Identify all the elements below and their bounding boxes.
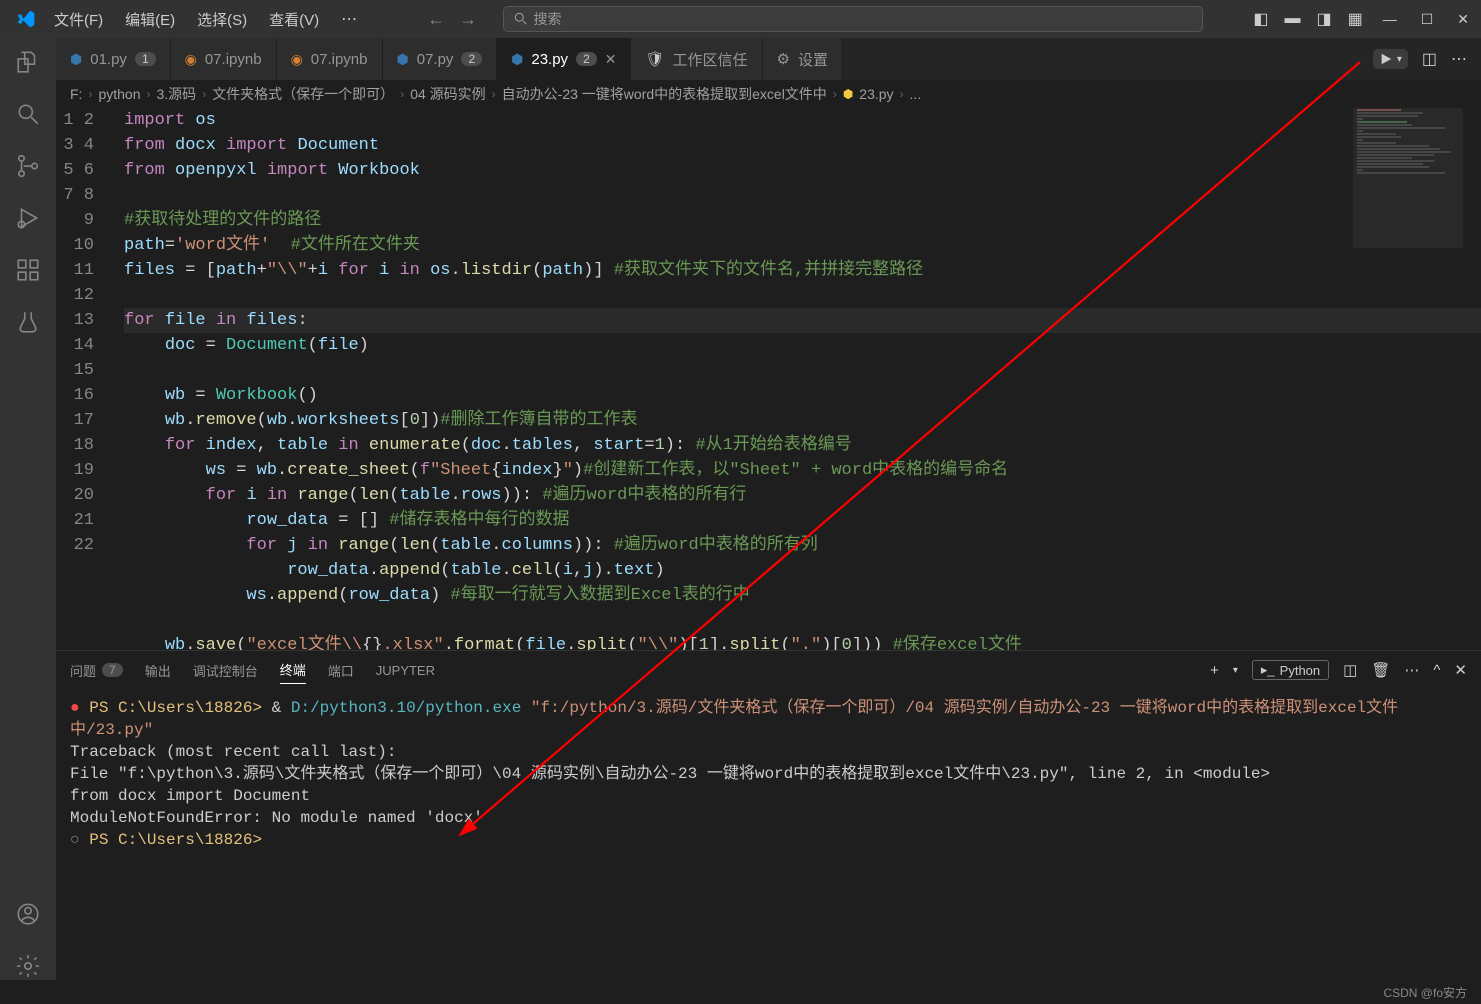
search-icon: [514, 12, 528, 26]
close-tab-icon[interactable]: ✕: [605, 51, 617, 68]
split-terminal-icon[interactable]: ◫: [1343, 661, 1357, 679]
settings-gear-icon[interactable]: [14, 952, 42, 980]
run-debug-icon[interactable]: [14, 204, 42, 232]
layout-customize-icon[interactable]: ▦: [1348, 9, 1363, 29]
menu-select[interactable]: 选择(S): [187, 5, 257, 34]
terminal-profile-python[interactable]: ▸_Python: [1252, 660, 1329, 680]
title-bar: 文件(F) 编辑(E) 选择(S) 查看(V) ⋯ ← → 搜索 ◧ ▬ ◨ ▦…: [0, 0, 1481, 38]
panel-tab-terminal[interactable]: 终端: [280, 656, 306, 684]
menu-edit[interactable]: 编辑(E): [115, 5, 185, 34]
command-center-search[interactable]: 搜索: [503, 6, 1203, 32]
breadcrumb[interactable]: F:› python› 3.源码› 文件夹格式（保存一个即可）› 04 源码实例…: [56, 80, 1481, 108]
gear-icon: ⚙: [777, 50, 790, 68]
tab-23-py[interactable]: ⬢23.py2✕: [497, 38, 631, 80]
status-bar: CSDN @fo安方: [0, 980, 1481, 1004]
search-activity-icon[interactable]: [14, 100, 42, 128]
extensions-icon[interactable]: [14, 256, 42, 284]
layout-sidebar-left-icon[interactable]: ◧: [1253, 9, 1268, 29]
new-terminal-icon[interactable]: +: [1210, 662, 1219, 679]
line-numbers: 1 2 3 4 5 6 7 8 9 10 11 12 13 14 15 16 1…: [56, 108, 114, 650]
vscode-logo-icon: [16, 9, 36, 29]
tab-01-py[interactable]: ⬢01.py1: [56, 38, 171, 80]
tab-07-ipynb-2[interactable]: ◉07.ipynb: [277, 38, 383, 80]
panel-tab-debug[interactable]: 调试控制台: [193, 657, 258, 684]
python-file-icon: ⬢: [70, 51, 82, 68]
editor-area: ⬢01.py1 ◉07.ipynb ◉07.ipynb ⬢07.py2 ⬢23.…: [56, 38, 1481, 980]
watermark: CSDN @fo安方: [1383, 984, 1467, 1001]
terminal-output[interactable]: ● PS C:\Users\18826> & D:/python3.10/pyt…: [56, 689, 1481, 980]
bottom-panel: 问题7 输出 调试控制台 终端 端口 JUPYTER + ▾ ▸_Python ◫…: [56, 650, 1481, 980]
chevron-down-icon: ▾: [1397, 54, 1402, 65]
chevron-down-icon[interactable]: ▾: [1233, 665, 1238, 676]
minimap[interactable]: [1353, 108, 1463, 248]
explorer-icon[interactable]: [14, 48, 42, 76]
main-menu: 文件(F) 编辑(E) 选择(S) 查看(V) ⋯: [44, 5, 367, 34]
panel-tab-output[interactable]: 输出: [145, 657, 171, 684]
testing-icon[interactable]: [14, 308, 42, 336]
panel-tab-ports[interactable]: 端口: [328, 657, 354, 684]
minimize-button[interactable]: —: [1379, 11, 1401, 27]
code-editor[interactable]: 1 2 3 4 5 6 7 8 9 10 11 12 13 14 15 16 1…: [56, 108, 1481, 650]
run-file-button[interactable]: ▾: [1373, 49, 1408, 69]
kill-terminal-icon[interactable]: 🗑: [1371, 661, 1390, 679]
nav-back[interactable]: ←: [427, 9, 445, 30]
code-content[interactable]: import osfrom docx import Documentfrom o…: [114, 108, 1481, 650]
python-file-icon: ⬢: [511, 51, 523, 68]
editor-tabs: ⬢01.py1 ◉07.ipynb ◉07.ipynb ⬢07.py2 ⬢23.…: [56, 38, 1481, 80]
tab-07-py[interactable]: ⬢07.py2: [383, 38, 498, 80]
layout-panel-icon[interactable]: ▬: [1284, 10, 1300, 28]
more-actions-icon[interactable]: ⋯: [1451, 49, 1467, 69]
close-window-button[interactable]: ✕: [1453, 11, 1473, 28]
layout-sidebar-right-icon[interactable]: ◨: [1316, 9, 1331, 29]
maximize-panel-icon[interactable]: ^: [1433, 662, 1440, 679]
panel-tabs: 问题7 输出 调试控制台 终端 端口 JUPYTER + ▾ ▸_Python ◫…: [56, 651, 1481, 689]
panel-tab-problems[interactable]: 问题7: [70, 657, 123, 684]
python-file-icon: ⬢: [843, 87, 853, 101]
search-placeholder: 搜索: [534, 9, 562, 29]
jupyter-file-icon: ◉: [291, 51, 303, 68]
activity-bar: [0, 38, 56, 980]
panel-tab-jupyter[interactable]: JUPYTER: [376, 659, 435, 682]
accounts-icon[interactable]: [14, 900, 42, 928]
source-control-icon[interactable]: [14, 152, 42, 180]
tab-settings[interactable]: ⚙设置: [763, 38, 843, 80]
shield-icon: 🛡: [645, 50, 664, 68]
terminal-icon: ▸_: [1261, 662, 1275, 678]
tab-07-ipynb-1[interactable]: ◉07.ipynb: [171, 38, 277, 80]
tab-trust[interactable]: 🛡工作区信任: [631, 38, 762, 80]
nav-forward[interactable]: →: [459, 9, 477, 30]
python-file-icon: ⬢: [397, 51, 409, 68]
close-panel-icon[interactable]: ✕: [1454, 661, 1467, 679]
maximize-button[interactable]: ☐: [1417, 11, 1438, 28]
split-editor-icon[interactable]: ◫: [1422, 49, 1437, 69]
jupyter-file-icon: ◉: [185, 51, 197, 68]
menu-file[interactable]: 文件(F): [44, 5, 113, 34]
menu-view[interactable]: 查看(V): [259, 5, 329, 34]
panel-more-icon[interactable]: ⋯: [1404, 661, 1419, 679]
menu-more[interactable]: ⋯: [331, 5, 367, 34]
